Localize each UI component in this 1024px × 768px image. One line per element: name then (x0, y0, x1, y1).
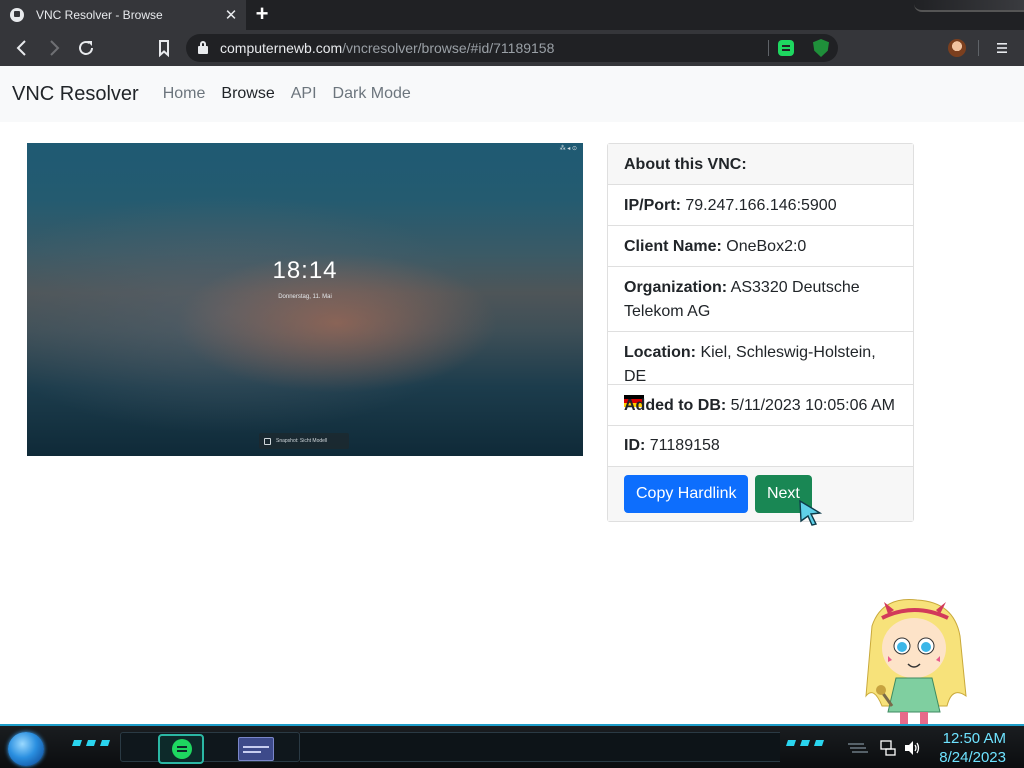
new-tab-button[interactable]: + (252, 3, 272, 26)
bookmark-icon[interactable] (152, 36, 176, 60)
toolbar-divider (978, 40, 979, 56)
location-label: Location: (624, 344, 696, 361)
nav-link-dark-mode[interactable]: Dark Mode (333, 85, 411, 103)
page-viewport: VNC Resolver Home Browse API Dark Mode ⁂… (0, 66, 1024, 724)
vnc-favicon-icon (10, 8, 24, 22)
id-label: ID: (624, 437, 646, 454)
nav-link-home[interactable]: Home (163, 85, 206, 103)
vnc-lockscreen-date: Donnerstag, 11. Mai (278, 294, 332, 300)
taskbar-decoration (72, 740, 110, 746)
site-navbar: VNC Resolver Home Browse API Dark Mode (0, 66, 1024, 122)
back-arrow-icon[interactable] (10, 36, 34, 60)
card-footer: Copy Hardlink Next (608, 467, 913, 521)
browser-toolbar: computernewb.com/vncresolver/browse/#id/… (0, 30, 1024, 66)
client-value: OneBox2:0 (726, 238, 807, 255)
network-icon[interactable] (880, 740, 896, 756)
show-desktop-icon[interactable] (848, 742, 868, 754)
info-row-client: Client Name: OneBox2:0 (608, 226, 913, 267)
tab-close-icon[interactable]: ✕ (220, 6, 242, 24)
info-row-id: ID: 71189158 (608, 426, 913, 467)
user-icon (264, 437, 271, 445)
client-label: Client Name: (624, 238, 722, 255)
added-value: 5/11/2023 10:05:06 AM (730, 397, 895, 414)
reload-icon[interactable] (74, 36, 98, 60)
omnibox-divider (768, 40, 769, 56)
nav-link-browse[interactable]: Browse (221, 85, 274, 103)
spotify-extension-icon[interactable] (778, 40, 794, 56)
start-button[interactable] (8, 732, 44, 766)
vnc-login-box: Snapshot: Sicht Modell (259, 433, 349, 449)
lock-icon (198, 41, 208, 54)
tab-title: VNC Resolver - Browse (36, 8, 163, 22)
url-host: computernewb.com (220, 40, 343, 56)
vnc-login-text: Snapshot: Sicht Modell (276, 438, 328, 444)
url-path: /vncresolver/browse/#id/71189158 (342, 40, 555, 56)
clock-date: 8/24/2023 (939, 749, 1006, 766)
taskbar-decoration-right (786, 740, 824, 746)
forward-arrow-icon[interactable] (42, 36, 66, 60)
brand-link[interactable]: VNC Resolver (12, 83, 139, 106)
browser-tab-active[interactable]: VNC Resolver - Browse ✕ (0, 0, 246, 30)
desktop-mascot-character (865, 599, 967, 724)
clock-time: 12:50 AM (942, 730, 1006, 747)
window-frame-decoration (914, 0, 1024, 12)
org-label: Organization: (624, 279, 728, 296)
vnc-lockscreen-time: 18:14 (272, 257, 338, 284)
added-label: Added to DB: (624, 397, 727, 414)
ip-value: 79.247.166.146:5900 (685, 197, 837, 214)
url-text[interactable]: computernewb.com/vncresolver/browse/#id/… (220, 40, 554, 56)
hamburger-menu-icon[interactable] (992, 38, 1012, 58)
shield-extension-icon[interactable] (813, 39, 829, 57)
address-bar[interactable]: computernewb.com/vncresolver/browse/#id/… (186, 34, 838, 62)
os-taskbar: 12:50 AM 8/24/2023 (0, 724, 1024, 768)
vnc-tray-icons: ⁂ ◂ ⊙ (559, 146, 577, 152)
info-row-location: Location: Kiel, Schleswig-Holstein, DE (608, 332, 913, 407)
profile-avatar[interactable] (948, 39, 966, 57)
vnc-info-card: About this VNC: IP/Port: 79.247.166.146:… (607, 143, 914, 522)
taskbar-empty-area (300, 732, 780, 762)
nav-link-api[interactable]: API (291, 85, 317, 103)
card-header: About this VNC: (608, 144, 913, 185)
vnc-screenshot: ⁂ ◂ ⊙ 18:14 Donnerstag, 11. Mai Snapshot… (27, 143, 583, 456)
mouse-cursor-icon (799, 499, 823, 526)
info-row-organization: Organization: AS3320 Deutsche Telekom AG (608, 267, 913, 332)
volume-icon[interactable] (904, 740, 922, 756)
info-row-added: Added to DB: 5/11/2023 10:05:06 AM (608, 385, 913, 426)
browser-tab-strip: VNC Resolver - Browse ✕ + (0, 0, 1024, 30)
browser-window-taskbar-icon[interactable] (238, 737, 274, 761)
info-row-ip: IP/Port: 79.247.166.146:5900 (608, 185, 913, 226)
ip-label: IP/Port: (624, 197, 681, 214)
id-value: 71189158 (649, 437, 720, 454)
copy-hardlink-button[interactable]: Copy Hardlink (624, 475, 749, 513)
taskbar-clock[interactable]: 12:50 AM 8/24/2023 (939, 729, 1006, 767)
spotify-taskbar-icon[interactable] (158, 734, 204, 764)
